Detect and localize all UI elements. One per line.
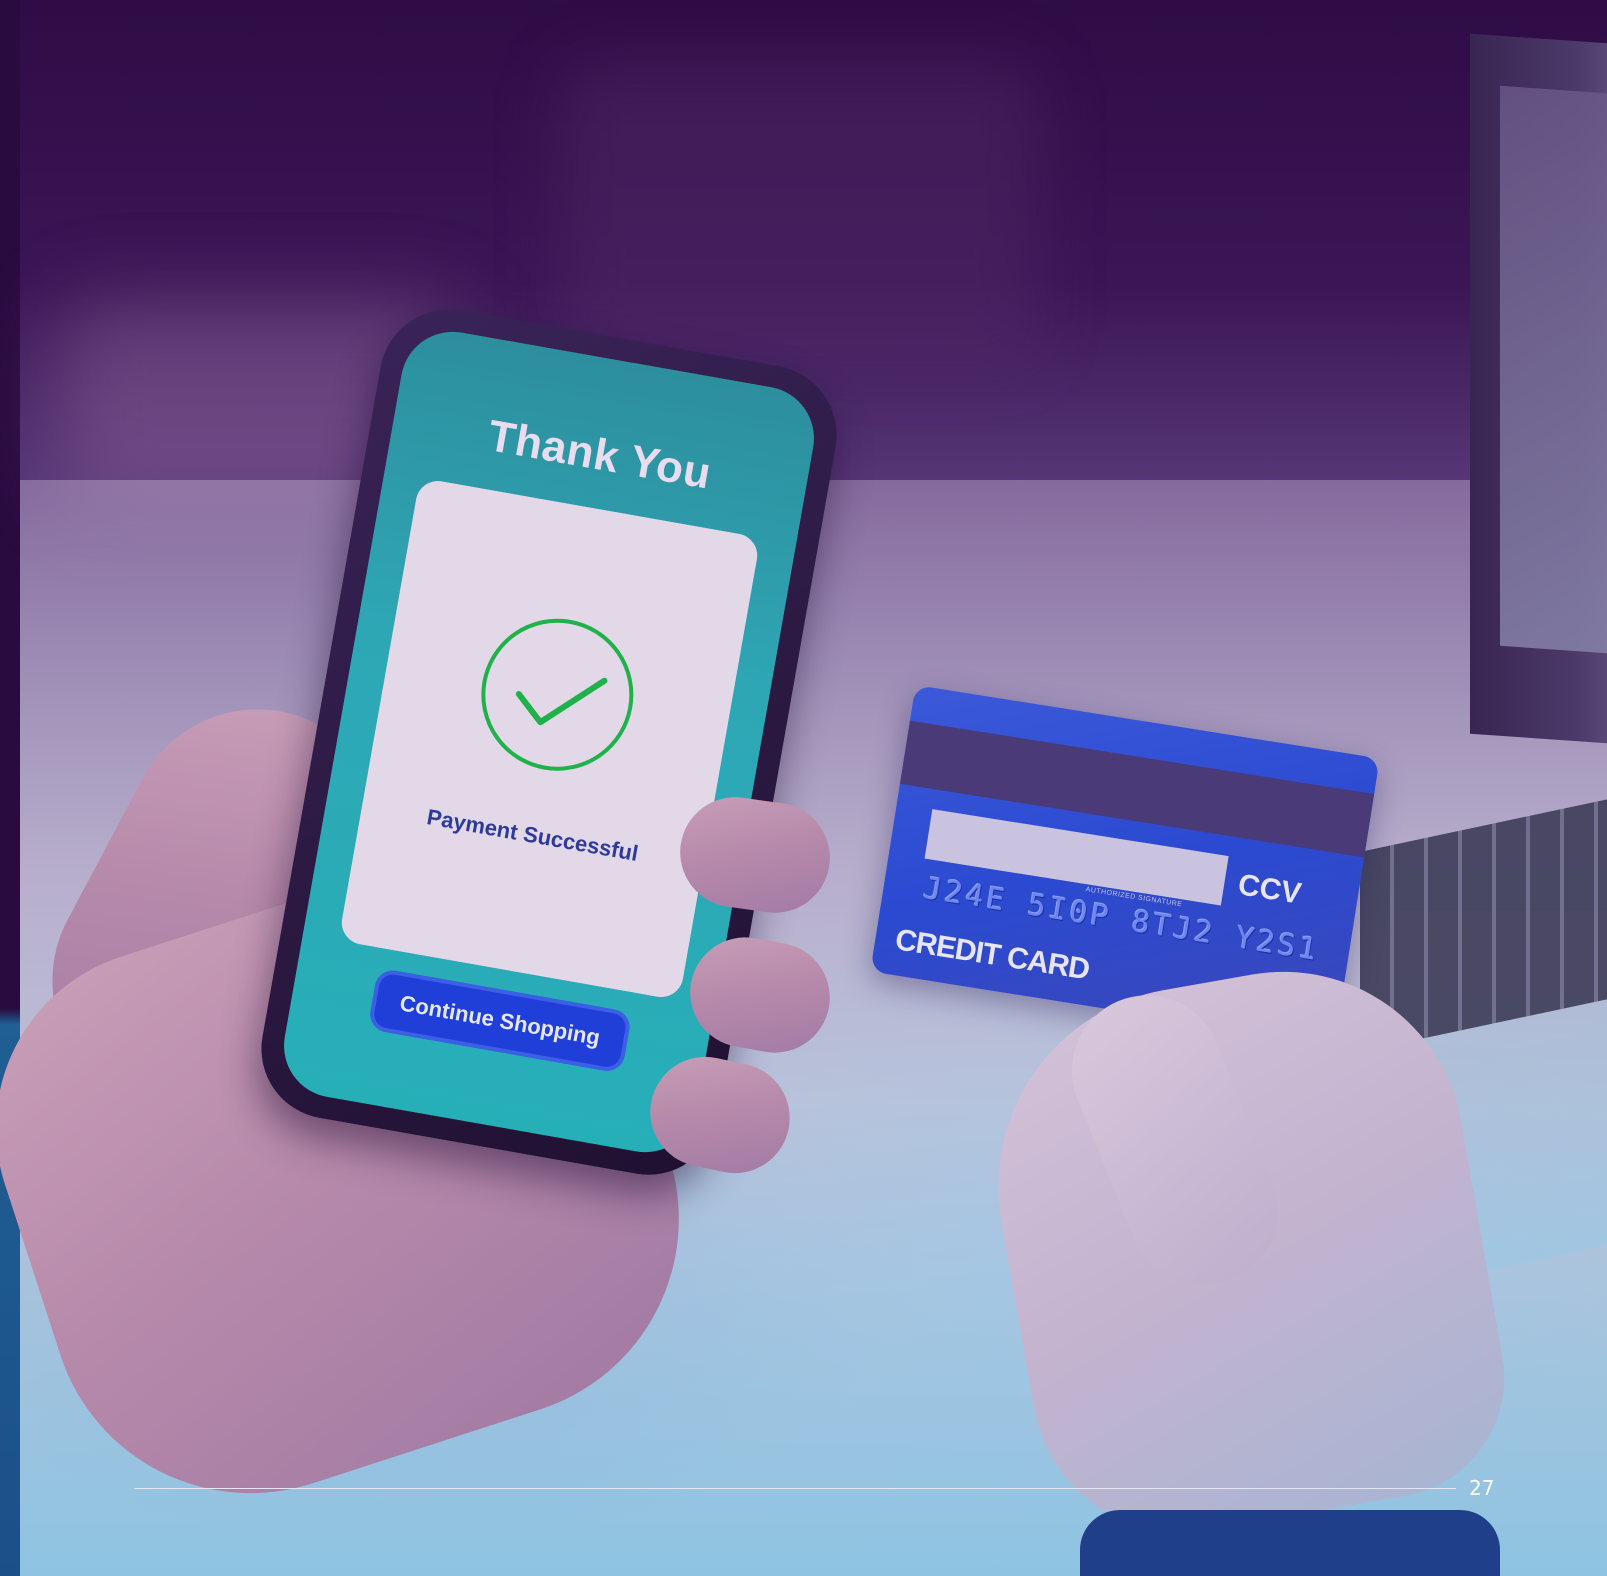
- credit-card-label: CREDIT CARD: [892, 923, 1092, 987]
- ccv-label: CCV: [1235, 868, 1304, 911]
- check-circle-icon: [481, 618, 634, 771]
- shirt-sleeve: [1080, 1510, 1500, 1576]
- side-color-band: [0, 0, 20, 1576]
- page-number: 27: [1469, 1476, 1495, 1500]
- payment-status-text: Payment Successful: [425, 804, 641, 866]
- document-page: Thank You Payment Successful Continue Sh…: [0, 0, 1607, 1576]
- footer-divider: [134, 1488, 1456, 1489]
- laptop-screen: [1500, 85, 1607, 655]
- payment-success-card: Payment Successful: [338, 477, 761, 1001]
- background-blur: [560, 60, 1040, 360]
